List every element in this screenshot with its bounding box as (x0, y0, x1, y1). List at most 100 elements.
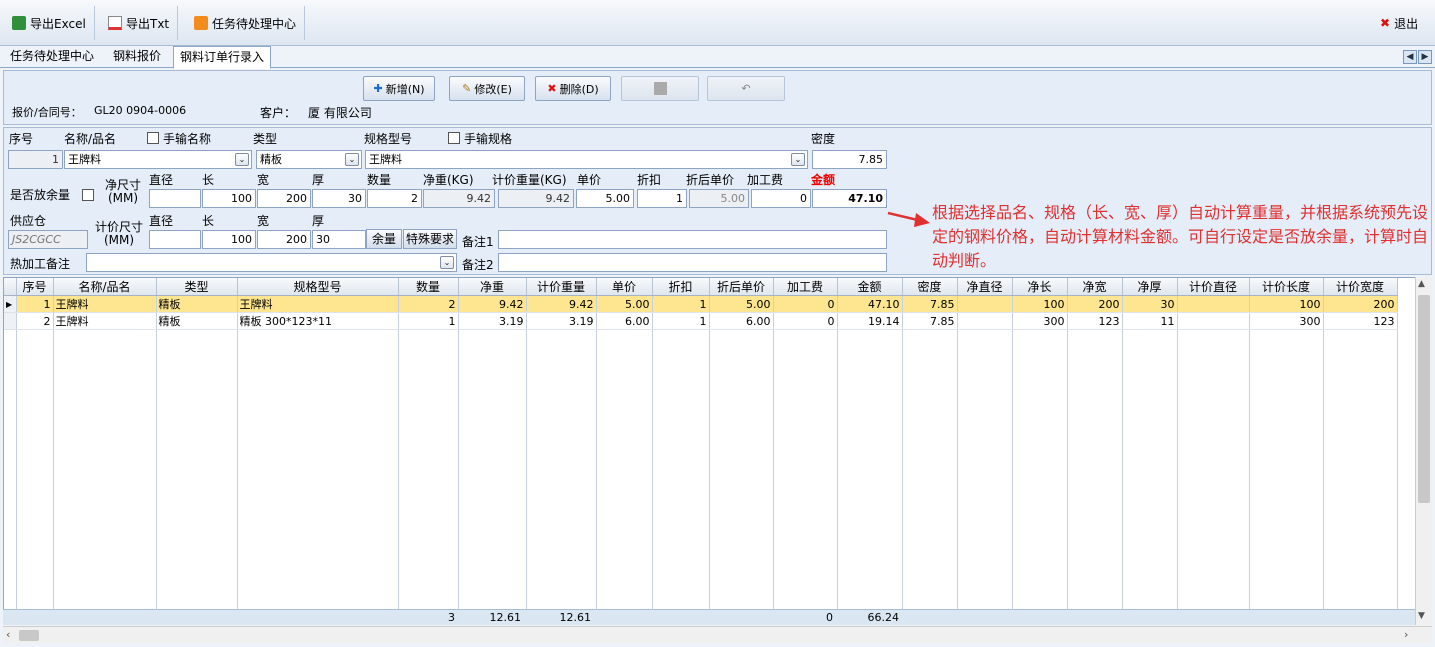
task-center-button[interactable]: 任务待处理中心 (186, 6, 306, 40)
scroll-right-icon[interactable]: › (1404, 628, 1408, 641)
table-cell[interactable]: 7.85 (902, 312, 958, 330)
column-header[interactable]: 折扣 (652, 278, 710, 296)
table-cell[interactable]: 5.00 (709, 295, 774, 313)
table-cell[interactable] (957, 312, 1013, 330)
scroll-thumb[interactable] (1418, 295, 1430, 503)
chevron-down-icon[interactable]: ⌄ (345, 153, 359, 166)
column-header[interactable]: 密度 (902, 278, 958, 296)
exit-button[interactable]: ✖ 退出 (1372, 6, 1426, 40)
seq-field[interactable]: 1 (8, 150, 63, 169)
column-header[interactable]: 净厚 (1122, 278, 1178, 296)
table-cell[interactable] (1177, 312, 1250, 330)
row-indicator[interactable] (4, 312, 17, 330)
table-cell[interactable]: 300 (1249, 312, 1324, 330)
chevron-down-icon[interactable]: ⌄ (440, 256, 454, 269)
tab-task-center[interactable]: 任务待处理中心 (4, 46, 100, 68)
table-cell[interactable]: 王牌料 (53, 312, 157, 330)
discount-field[interactable]: 1 (637, 189, 687, 208)
chevron-down-icon[interactable]: ⌄ (791, 153, 805, 166)
table-cell[interactable]: 100 (1012, 295, 1068, 313)
table-cell[interactable]: 精板 (156, 312, 238, 330)
table-cell[interactable]: 9.42 (458, 295, 527, 313)
table-cell[interactable]: 精板 (156, 295, 238, 313)
calc-weight-field[interactable]: 9.42 (498, 189, 574, 208)
column-header[interactable]: 单价 (596, 278, 653, 296)
undo-button[interactable]: ↶ (707, 76, 785, 101)
table-row[interactable]: 2 王牌料 精板 精板 300*123*11 1 3.19 3.19 6.00 1 6.00 0 19… (4, 312, 1398, 330)
table-cell[interactable]: 200 (1067, 295, 1123, 313)
vertical-scrollbar[interactable]: ▲ ▼ (1415, 277, 1432, 625)
column-header[interactable]: 序号 (16, 278, 54, 296)
add-button[interactable]: ✚ 新增(N) (363, 76, 435, 101)
net-width-field[interactable]: 200 (257, 189, 311, 208)
density-field[interactable]: 7.85 (812, 150, 887, 169)
supplier-field[interactable]: JS2CGCC (8, 230, 88, 249)
scroll-left-icon[interactable]: ‹ (6, 628, 10, 641)
table-cell[interactable]: 2 (398, 295, 459, 313)
tab-steel-order-entry[interactable]: 钢料订单行录入 (173, 46, 272, 69)
delete-button[interactable]: ✖ 删除(D) (535, 76, 611, 101)
table-cell[interactable]: 47.10 (837, 295, 903, 313)
export-excel-button[interactable]: 导出Excel (4, 6, 95, 40)
horizontal-scrollbar[interactable]: ‹ › (3, 626, 1432, 643)
table-cell[interactable]: 5.00 (596, 295, 653, 313)
name-select[interactable]: 王牌料 ⌄ (64, 150, 252, 169)
amount-field[interactable]: 47.10 (812, 189, 887, 208)
table-cell[interactable]: 9.42 (526, 295, 597, 313)
tab-scroll-right-icon[interactable]: ▶ (1418, 50, 1432, 64)
hscroll-thumb[interactable] (19, 630, 39, 641)
table-cell[interactable]: 1 (16, 295, 54, 313)
heat-remark-select[interactable]: ⌄ (86, 253, 457, 272)
export-txt-button[interactable]: 导出Txt (100, 6, 179, 40)
table-cell[interactable]: 0 (773, 295, 838, 313)
remark2-field[interactable] (498, 253, 887, 272)
column-header[interactable]: 净直径 (957, 278, 1013, 296)
column-header[interactable]: 折后单价 (709, 278, 774, 296)
calc-diameter-field[interactable] (149, 230, 201, 249)
table-cell[interactable]: 200 (1323, 295, 1398, 313)
table-cell[interactable]: 300 (1012, 312, 1068, 330)
table-cell[interactable]: 123 (1067, 312, 1123, 330)
column-header[interactable]: 加工费 (773, 278, 838, 296)
column-header[interactable]: 名称/品名 (53, 278, 157, 296)
table-cell[interactable]: 123 (1323, 312, 1398, 330)
column-header[interactable]: 规格型号 (237, 278, 399, 296)
calc-width-field[interactable]: 200 (257, 230, 311, 249)
scroll-up-icon[interactable]: ▲ (1418, 279, 1425, 289)
row-indicator[interactable]: ▶ (4, 295, 17, 313)
calc-length-field[interactable]: 100 (202, 230, 256, 249)
table-cell[interactable]: 7.85 (902, 295, 958, 313)
net-length-field[interactable]: 100 (202, 189, 256, 208)
remark1-field[interactable] (498, 230, 887, 249)
process-fee-field[interactable]: 0 (751, 189, 811, 208)
tab-scroll-left-icon[interactable]: ◀ (1403, 50, 1417, 64)
table-cell[interactable]: 6.00 (596, 312, 653, 330)
table-cell[interactable]: 100 (1249, 295, 1324, 313)
table-cell[interactable]: 11 (1122, 312, 1178, 330)
column-header[interactable]: 数量 (398, 278, 459, 296)
manual-name-checkbox[interactable] (147, 132, 159, 144)
calc-thickness-field[interactable]: 30 (312, 230, 366, 249)
table-cell[interactable]: 1 (398, 312, 459, 330)
table-cell[interactable] (1177, 295, 1250, 313)
table-cell[interactable]: 6.00 (709, 312, 774, 330)
table-cell[interactable]: 1 (652, 295, 710, 313)
column-header[interactable]: 类型 (156, 278, 238, 296)
special-requirements-button[interactable]: 特殊要求 (403, 229, 457, 249)
table-cell[interactable] (957, 295, 1013, 313)
net-thickness-field[interactable]: 30 (312, 189, 366, 208)
column-header[interactable]: 金额 (837, 278, 903, 296)
save-button[interactable] (621, 76, 699, 101)
table-cell[interactable]: 3.19 (526, 312, 597, 330)
table-cell[interactable]: 王牌料 (237, 295, 399, 313)
table-cell[interactable]: 19.14 (837, 312, 903, 330)
chevron-down-icon[interactable]: ⌄ (235, 153, 249, 166)
allowance-checkbox[interactable] (82, 189, 94, 201)
table-cell[interactable]: 0 (773, 312, 838, 330)
scroll-down-icon[interactable]: ▼ (1418, 611, 1425, 621)
tab-steel-quote[interactable]: 钢料报价 (107, 46, 167, 68)
table-cell[interactable]: 精板 300*123*11 (237, 312, 399, 330)
table-cell[interactable]: 1 (652, 312, 710, 330)
disc-price-field[interactable]: 5.00 (689, 189, 749, 208)
spec-select[interactable]: 王牌料 ⌄ (365, 150, 808, 169)
